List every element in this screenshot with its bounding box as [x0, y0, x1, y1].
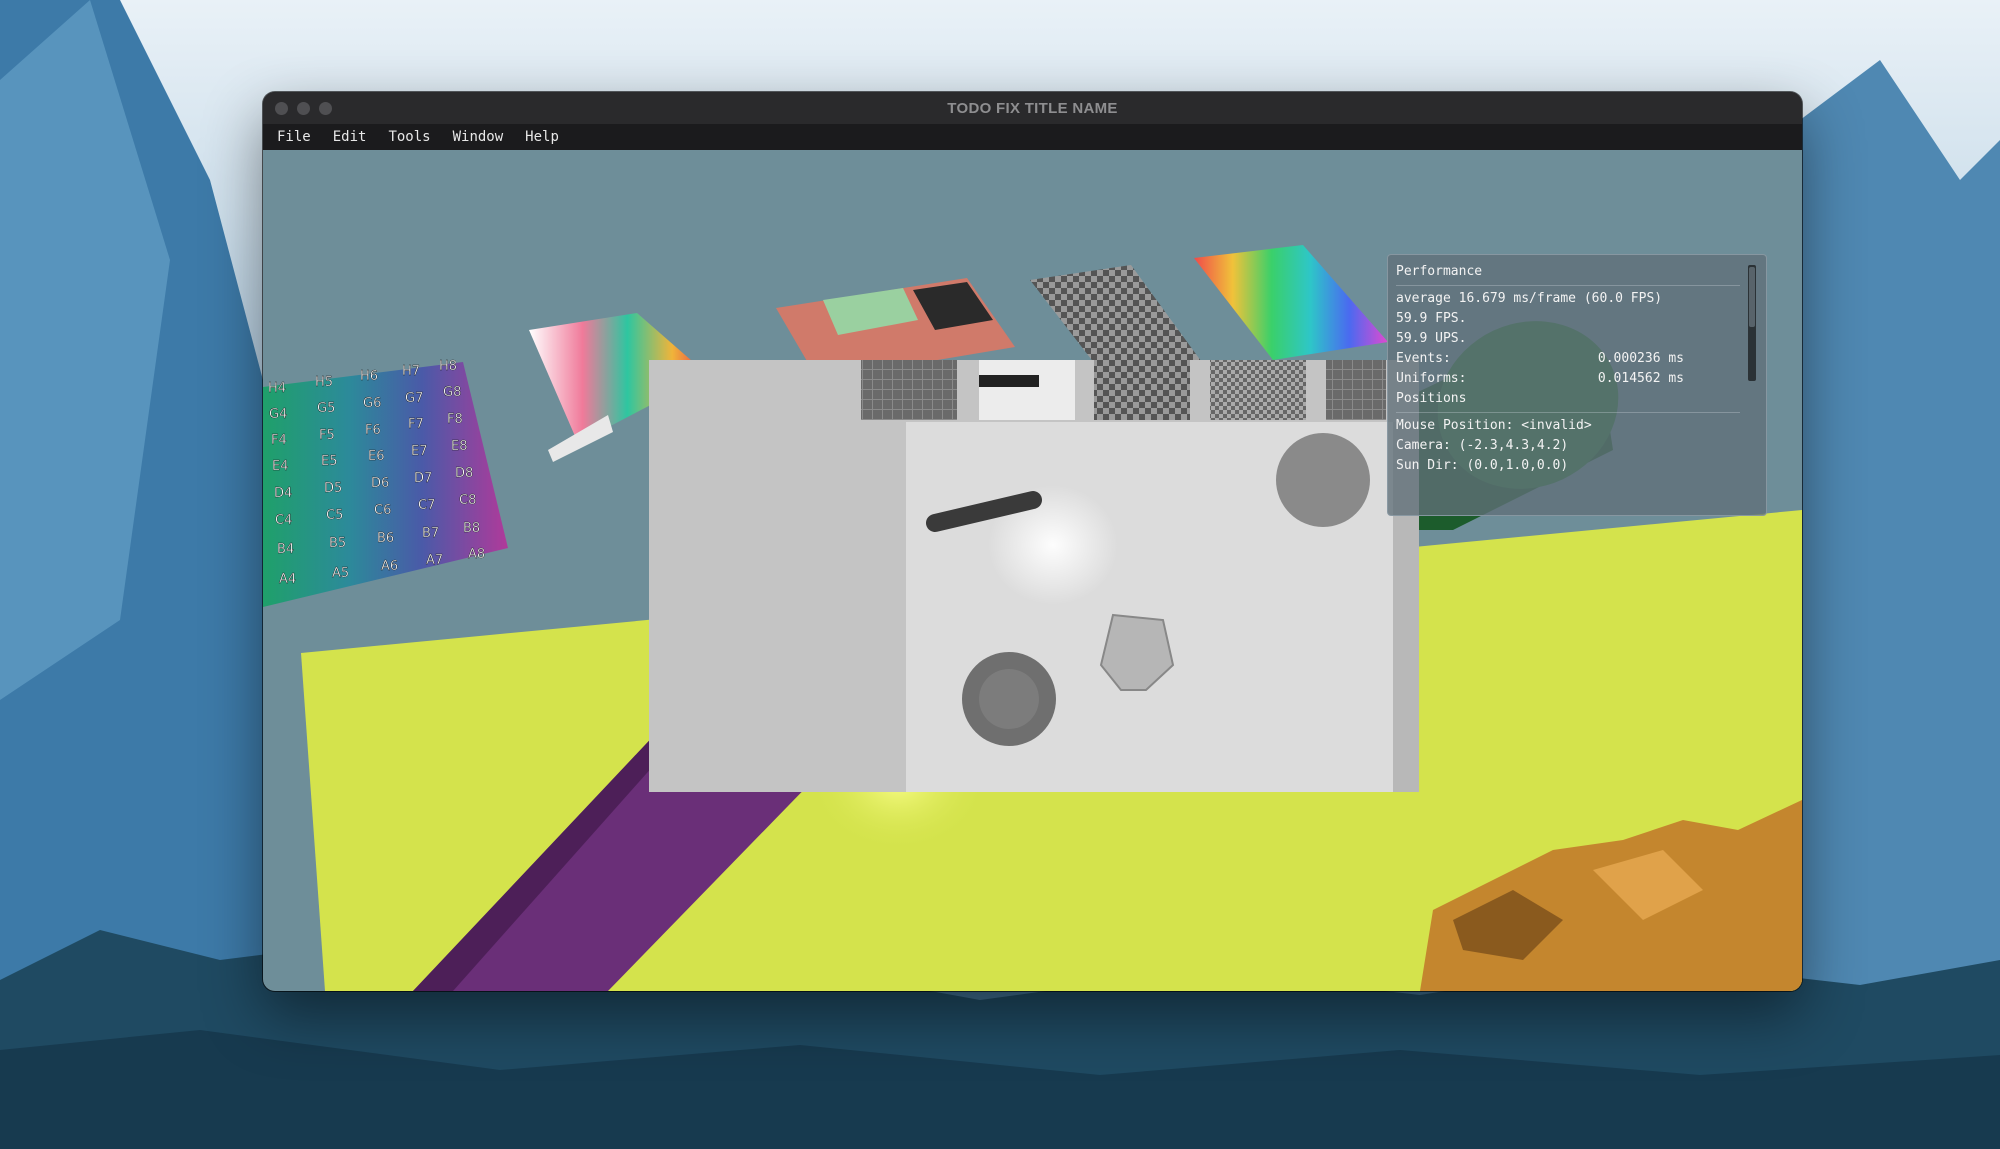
chart-label: D6 — [371, 476, 389, 491]
perf-divider — [1396, 285, 1740, 286]
chart-label: F5 — [319, 428, 335, 443]
mouse-position-text: Mouse Position: <invalid> — [1396, 418, 1592, 433]
camera-position: Camera: (-2.3,4.3,4.2) — [1396, 436, 1758, 456]
sun-direction: Sun Dir: (0.0,1.0,0.0) — [1396, 456, 1758, 476]
chart-label: C4 — [275, 513, 292, 528]
perf-average-text: average 16.679 ms/frame (60.0 FPS) — [1396, 291, 1663, 306]
chart-label: H6 — [360, 369, 378, 384]
perf-average: average 16.679 ms/frame (60.0 FPS) — [1396, 289, 1758, 309]
title-bar: TODO FIX TITLE NAME — [263, 92, 1802, 124]
chart-label: D8 — [455, 466, 473, 481]
rainbow-card — [1194, 245, 1388, 360]
positions-divider — [1396, 412, 1740, 413]
menu-file[interactable]: File — [277, 129, 311, 145]
chart-label: H4 — [268, 381, 286, 396]
chart-label: E5 — [321, 454, 338, 469]
perf-events-value: 0.000236 ms — [1597, 351, 1684, 366]
app-window: TODO FIX TITLE NAME File Edit Tools Wind… — [263, 92, 1802, 991]
thumb-gradient — [979, 360, 1075, 420]
perf-events: Events: 0.000236 ms — [1396, 349, 1758, 369]
thumb-noise — [1094, 360, 1190, 420]
menu-tools[interactable]: Tools — [388, 129, 430, 145]
render-viewport[interactable]: H4 H5 H6 H7 H8 G4 G5 G6 G7 G8 F4 F5 F6 F… — [263, 150, 1802, 991]
chart-label: G6 — [363, 396, 381, 411]
perf-events-label: Events: — [1396, 351, 1451, 366]
chart-label: B8 — [463, 521, 480, 536]
perf-header: Performance — [1396, 264, 1483, 279]
performance-panel[interactable]: Performance average 16.679 ms/frame (60.… — [1387, 254, 1767, 516]
thumb-checker — [1210, 360, 1306, 420]
chart-label: C6 — [374, 503, 391, 518]
chart-label: E6 — [368, 449, 385, 464]
menu-window[interactable]: Window — [453, 129, 504, 145]
positions-header: Positions — [1396, 391, 1467, 406]
chart-label: F4 — [271, 433, 287, 448]
chart-label: D7 — [414, 471, 432, 486]
menu-edit[interactable]: Edit — [333, 129, 367, 145]
perf-ups-text: 59.9 UPS. — [1396, 331, 1467, 346]
menu-help[interactable]: Help — [525, 129, 559, 145]
chart-label: A6 — [381, 559, 398, 574]
perf-fps: 59.9 FPS. — [1396, 309, 1758, 329]
window-title: TODO FIX TITLE NAME — [947, 99, 1118, 117]
chart-label: B7 — [422, 526, 439, 541]
window-controls — [275, 102, 332, 115]
chart-label: D4 — [274, 486, 292, 501]
chart-label: F7 — [408, 417, 424, 432]
chart-label: E8 — [451, 439, 468, 454]
chart-label: G5 — [317, 401, 335, 416]
sun-direction-text: Sun Dir: (0.0,1.0,0.0) — [1396, 458, 1569, 473]
chart-label: C7 — [418, 498, 435, 513]
chart-label: F8 — [447, 412, 463, 427]
camera-position-text: Camera: (-2.3,4.3,4.2) — [1396, 438, 1569, 453]
chart-label: G4 — [269, 407, 287, 422]
perf-ups: 59.9 UPS. — [1396, 329, 1758, 349]
chart-label: E7 — [411, 444, 428, 459]
thumb-grid — [861, 360, 957, 420]
chart-label: G7 — [405, 391, 423, 406]
chart-label: A5 — [332, 566, 349, 581]
chart-label: E4 — [272, 459, 289, 474]
chart-label: C8 — [459, 493, 476, 508]
perf-fps-text: 59.9 FPS. — [1396, 311, 1467, 326]
chart-label: B6 — [377, 531, 394, 546]
thumb-gradient-bar — [979, 375, 1039, 387]
chart-label: A4 — [279, 572, 296, 587]
chart-label: H7 — [402, 364, 420, 379]
chart-label: C5 — [326, 508, 343, 523]
chart-label: F6 — [365, 423, 381, 438]
close-button[interactable] — [275, 102, 288, 115]
chart-label: G8 — [443, 385, 461, 400]
mouse-position: Mouse Position: <invalid> — [1396, 416, 1758, 436]
chart-label: B5 — [329, 536, 346, 551]
perf-uniforms-label: Uniforms: — [1396, 371, 1467, 386]
preview-cylinder-top — [979, 669, 1039, 729]
menu-bar: File Edit Tools Window Help — [263, 124, 1802, 150]
perf-uniforms: Uniforms: 0.014562 ms — [1396, 369, 1758, 389]
chart-label: H8 — [439, 359, 457, 374]
perf-uniforms-value: 0.014562 ms — [1597, 371, 1684, 386]
chart-label: A8 — [468, 547, 485, 562]
minimize-button[interactable] — [297, 102, 310, 115]
zoom-button[interactable] — [319, 102, 332, 115]
chart-label: H5 — [315, 375, 333, 390]
perf-scrollbar-thumb[interactable] — [1749, 267, 1755, 327]
chart-label: A7 — [426, 553, 443, 568]
chart-label: B4 — [277, 542, 294, 557]
perf-scrollbar[interactable] — [1748, 265, 1756, 381]
thumb-grid-2 — [1326, 360, 1386, 420]
chart-label: D5 — [324, 481, 342, 496]
preview-sphere — [1276, 433, 1370, 527]
